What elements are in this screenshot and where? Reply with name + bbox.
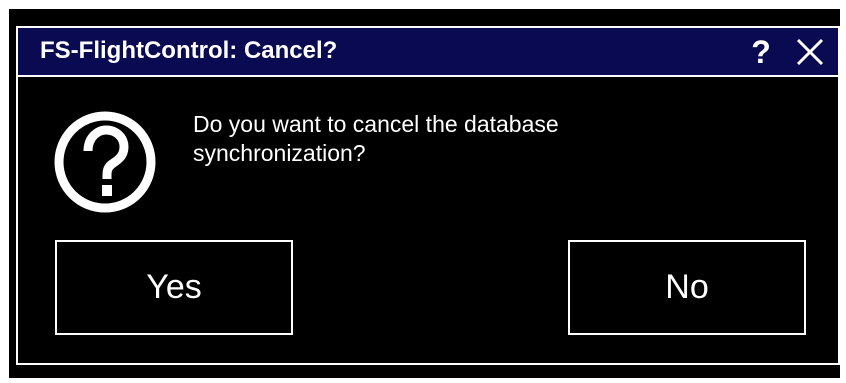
dialog-body: Do you want to cancel the database synch…	[16, 77, 840, 365]
title-bar: FS-FlightControl: Cancel? ?	[16, 26, 840, 77]
dialog-title: FS-FlightControl: Cancel?	[40, 37, 338, 64]
dialog-message: Do you want to cancel the database synch…	[193, 111, 559, 166]
question-icon	[54, 111, 156, 213]
no-button[interactable]: No	[568, 240, 806, 335]
help-button[interactable]: ?	[746, 33, 776, 71]
close-button[interactable]	[792, 33, 828, 71]
close-icon	[796, 38, 824, 66]
yes-button[interactable]: Yes	[55, 240, 293, 335]
